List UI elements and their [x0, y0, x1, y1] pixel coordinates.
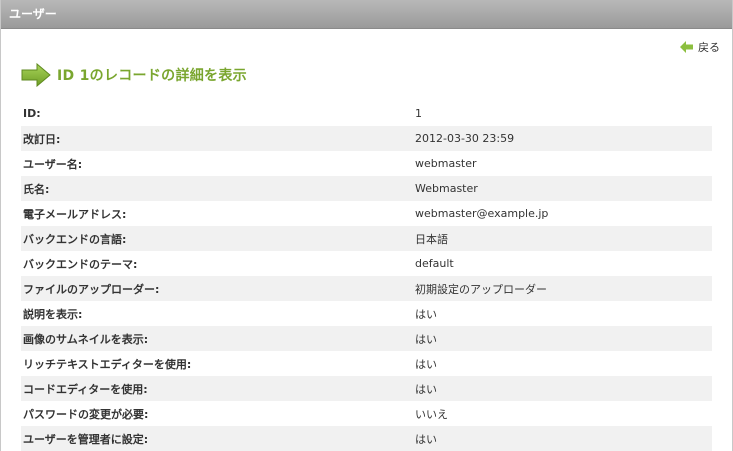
table-row: ユーザーを管理者に設定: はい	[21, 426, 712, 451]
table-row: バックエンドの言語: 日本語	[21, 226, 712, 251]
back-arrow-icon	[680, 41, 693, 53]
table-row: ユーザー名: webmaster	[21, 151, 712, 176]
table-row: コードエディターを使用: はい	[21, 376, 712, 401]
field-label: バックエンドの言語:	[21, 226, 413, 251]
arrow-right-icon	[21, 63, 51, 87]
panel-title: ユーザー	[9, 7, 57, 21]
field-label: ファイルのアップローダー:	[21, 276, 413, 301]
field-label: 画像のサムネイルを表示:	[21, 326, 413, 351]
field-label: 改訂日:	[21, 126, 413, 151]
back-label: 戻る	[698, 41, 720, 54]
field-value: Webmaster	[413, 176, 712, 201]
table-row: リッチテキストエディターを使用: はい	[21, 351, 712, 376]
field-value: webmaster	[415, 157, 477, 170]
table-row: ID: 1	[21, 101, 712, 126]
detail-table: ID: 1 改訂日: 2012-03-30 23:59 ユーザー名: webmaste…	[21, 101, 712, 451]
field-label: ユーザーを管理者に設定:	[21, 426, 413, 451]
field-value: はい	[413, 426, 712, 451]
field-label: コードエディターを使用:	[21, 376, 413, 401]
field-label: リッチテキストエディターを使用:	[23, 357, 192, 371]
field-value: webmaster@example.jp	[415, 207, 549, 220]
table-row: 説明を表示: はい	[21, 301, 712, 326]
field-value: 初期設定のアップローダー	[413, 276, 712, 301]
field-label: 説明を表示:	[23, 307, 83, 321]
field-value: default	[415, 257, 454, 270]
table-row: 改訂日: 2012-03-30 23:59	[21, 126, 712, 151]
panel-header: ユーザー	[1, 0, 732, 29]
table-row: ファイルのアップローダー: 初期設定のアップローダー	[21, 276, 712, 301]
field-value: はい	[413, 326, 712, 351]
field-value: 1	[415, 107, 422, 120]
table-row: 画像のサムネイルを表示: はい	[21, 326, 712, 351]
field-label: バックエンドのテーマ:	[23, 257, 138, 271]
field-value: 2012-03-30 23:59	[413, 126, 712, 151]
field-value: いいえ	[415, 407, 448, 421]
field-value: はい	[415, 357, 437, 371]
table-row: バックエンドのテーマ: default	[21, 251, 712, 276]
field-value: はい	[413, 376, 712, 401]
user-panel: ユーザー 戻る ID 1のレコードの詳細を表示 ID: 1 改訂日: 2012-03…	[0, 0, 733, 451]
toolbar: 戻る	[1, 29, 732, 57]
field-value: はい	[415, 307, 437, 321]
table-row: 電子メールアドレス: webmaster@example.jp	[21, 201, 712, 226]
title-row: ID 1のレコードの詳細を表示	[21, 57, 732, 93]
field-label: パスワードの変更が必要:	[23, 407, 149, 421]
field-label: ID:	[23, 107, 41, 120]
back-link[interactable]: 戻る	[680, 39, 720, 55]
field-label: 氏名:	[21, 176, 413, 201]
field-label: ユーザー名:	[23, 157, 83, 171]
table-row: パスワードの変更が必要: いいえ	[21, 401, 712, 426]
table-row: 氏名: Webmaster	[21, 176, 712, 201]
page-title: ID 1のレコードの詳細を表示	[57, 68, 247, 84]
field-value: 日本語	[413, 226, 712, 251]
field-label: 電子メールアドレス:	[23, 207, 127, 221]
